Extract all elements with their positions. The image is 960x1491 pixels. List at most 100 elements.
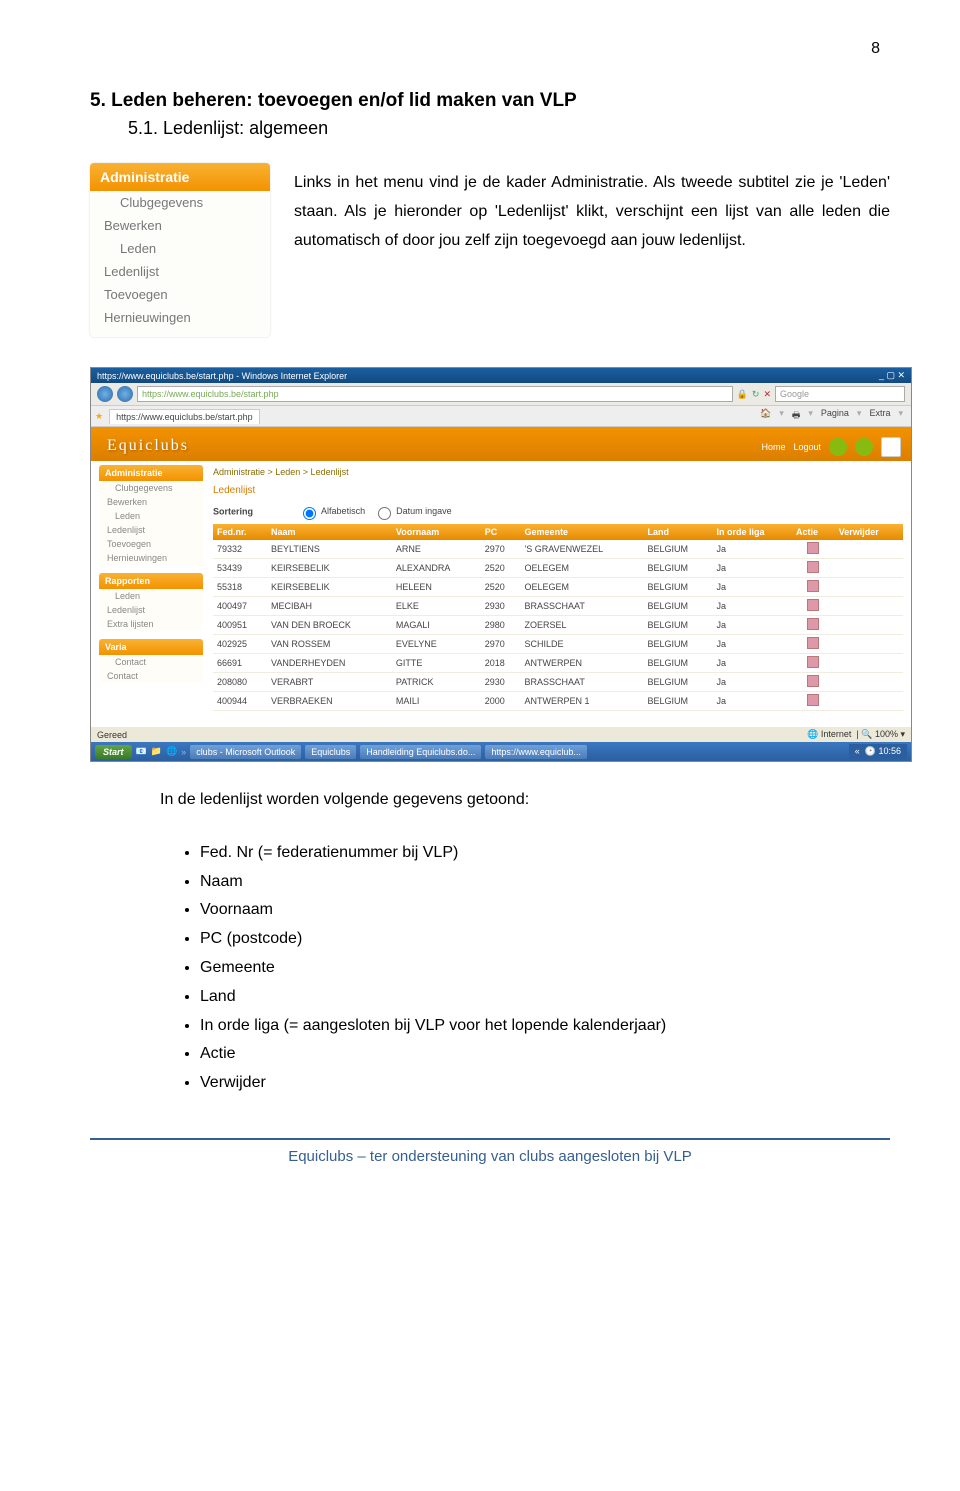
ledenlijst-table: Fed.nr. Naam Voornaam PC Gemeente Land I…: [213, 524, 903, 711]
menu-item-toevoegen[interactable]: Toevoegen: [90, 283, 270, 306]
edit-icon[interactable]: [807, 694, 819, 706]
sidebar-item[interactable]: Hernieuwingen: [99, 551, 203, 565]
edit-icon[interactable]: [807, 618, 819, 630]
verwijder-cell[interactable]: [835, 635, 903, 654]
actie-cell[interactable]: [792, 654, 835, 673]
sort-option-datum[interactable]: Datum ingave: [373, 506, 452, 516]
app-sidebar: Administratie Clubgegevens Bewerken Lede…: [99, 465, 203, 711]
sidebar-item[interactable]: Contact: [99, 669, 203, 683]
breadcrumb: Administratie > Leden > Ledenlijst: [213, 465, 903, 479]
table-row: 400951VAN DEN BROECKMAGALI2980ZOERSELBEL…: [213, 616, 903, 635]
browser-tab[interactable]: https://www.equiclubs.be/start.php: [109, 409, 260, 424]
search-input[interactable]: Google: [775, 386, 905, 402]
table-cell: Ja: [712, 692, 792, 711]
pagina-menu[interactable]: Pagina: [821, 408, 849, 424]
list-item: PC (postcode): [200, 925, 890, 954]
verwijder-cell[interactable]: [835, 559, 903, 578]
sidebar-item[interactable]: Ledenlijst: [99, 603, 203, 617]
browser-screenshot: https://www.equiclubs.be/start.php - Win…: [90, 367, 912, 762]
menu-item-leden[interactable]: Leden: [90, 237, 270, 260]
quick-launch-icon[interactable]: 📧: [136, 746, 147, 757]
badge-icon: [829, 438, 847, 456]
table-cell: 208080: [213, 673, 267, 692]
table-cell: BELGIUM: [644, 540, 713, 559]
edit-icon[interactable]: [807, 599, 819, 611]
url-input[interactable]: https://www.equiclubs.be/start.php: [137, 386, 733, 402]
sidebar-item[interactable]: Extra lijsten: [99, 617, 203, 631]
actie-cell[interactable]: [792, 578, 835, 597]
table-cell: ANTWERPEN 1: [521, 692, 644, 711]
list-item: Verwijder: [200, 1069, 890, 1098]
sidebar-item[interactable]: Ledenlijst: [99, 523, 203, 537]
forward-button[interactable]: [117, 386, 133, 402]
window-controls[interactable]: _ ▢ ✕: [879, 370, 905, 381]
table-cell: BRASSCHAAT: [521, 597, 644, 616]
favorites-icon[interactable]: ★: [95, 411, 103, 422]
sidebar-item[interactable]: Bewerken: [99, 495, 203, 509]
actie-cell[interactable]: [792, 635, 835, 654]
menu-item-bewerken[interactable]: Bewerken: [90, 214, 270, 237]
vlp-logo-icon: [881, 437, 901, 457]
sidebar-item[interactable]: Toevoegen: [99, 537, 203, 551]
taskbar-button[interactable]: https://www.equiclub...: [485, 745, 587, 759]
verwijder-cell[interactable]: [835, 597, 903, 616]
verwijder-cell[interactable]: [835, 692, 903, 711]
menu-item-clubgegevens[interactable]: Clubgegevens: [90, 191, 270, 214]
verwijder-cell[interactable]: [835, 616, 903, 635]
table-cell: BELGIUM: [644, 654, 713, 673]
menu-item-ledenlijst[interactable]: Ledenlijst: [90, 260, 270, 283]
list-item: Naam: [200, 868, 890, 897]
refresh-icon[interactable]: ↻: [752, 389, 760, 400]
col-voornaam: Voornaam: [392, 524, 481, 540]
feed-icon[interactable]: 🖶: [792, 408, 801, 424]
actie-cell[interactable]: [792, 540, 835, 559]
bullet-list: Fed. Nr (= federatienummer bij VLP)Naam V…: [200, 839, 890, 1098]
sidebar-item[interactable]: Clubgegevens: [99, 481, 203, 495]
edit-icon[interactable]: [807, 675, 819, 687]
taskbar-button[interactable]: Handleiding Equiclubs.do...: [360, 745, 481, 759]
edit-icon[interactable]: [807, 656, 819, 668]
quick-launch-icon[interactable]: 📁: [151, 746, 162, 757]
admin-menu-mini: Administratie Clubgegevens Bewerken Lede…: [90, 163, 270, 337]
sidebar-item[interactable]: Leden: [99, 509, 203, 523]
stop-icon[interactable]: ✕: [763, 389, 771, 400]
actie-cell[interactable]: [792, 597, 835, 616]
menu-item-hernieuwingen[interactable]: Hernieuwingen: [90, 306, 270, 329]
list-item: Fed. Nr (= federatienummer bij VLP): [200, 839, 890, 868]
actie-cell[interactable]: [792, 692, 835, 711]
verwijder-cell[interactable]: [835, 654, 903, 673]
table-cell: ALEXANDRA: [392, 559, 481, 578]
table-cell: ARNE: [392, 540, 481, 559]
taskbar-button[interactable]: Equiclubs: [305, 745, 356, 759]
table-cell: BELGIUM: [644, 635, 713, 654]
actie-cell[interactable]: [792, 559, 835, 578]
table-cell: MAILI: [392, 692, 481, 711]
table-cell: Ja: [712, 616, 792, 635]
sidebar-item[interactable]: Leden: [99, 589, 203, 603]
verwijder-cell[interactable]: [835, 578, 903, 597]
table-cell: KEIRSEBELIK: [267, 578, 392, 597]
table-cell: 2520: [481, 578, 521, 597]
edit-icon[interactable]: [807, 580, 819, 592]
start-button[interactable]: Start: [95, 745, 132, 759]
table-row: 55318KEIRSEBELIKHELEEN2520OELEGEMBELGIUM…: [213, 578, 903, 597]
verwijder-cell[interactable]: [835, 673, 903, 692]
edit-icon[interactable]: [807, 542, 819, 554]
home-link[interactable]: Home: [761, 442, 785, 452]
sort-option-alfabetisch[interactable]: Alfabetisch: [298, 506, 365, 516]
system-tray[interactable]: « 🕑 10:56: [849, 744, 907, 759]
quick-launch-icon[interactable]: 🌐: [166, 746, 177, 757]
sidebar-item[interactable]: Contact: [99, 655, 203, 669]
taskbar-button[interactable]: clubs - Microsoft Outlook: [190, 745, 301, 759]
logout-link[interactable]: Logout: [793, 442, 821, 452]
extra-menu[interactable]: Extra: [869, 408, 890, 424]
edit-icon[interactable]: [807, 561, 819, 573]
edit-icon[interactable]: [807, 637, 819, 649]
col-inordeliga: In orde liga: [712, 524, 792, 540]
actie-cell[interactable]: [792, 616, 835, 635]
table-cell: 2930: [481, 673, 521, 692]
actie-cell[interactable]: [792, 673, 835, 692]
back-button[interactable]: [97, 386, 113, 402]
verwijder-cell[interactable]: [835, 540, 903, 559]
home-icon[interactable]: 🏠: [760, 408, 771, 424]
